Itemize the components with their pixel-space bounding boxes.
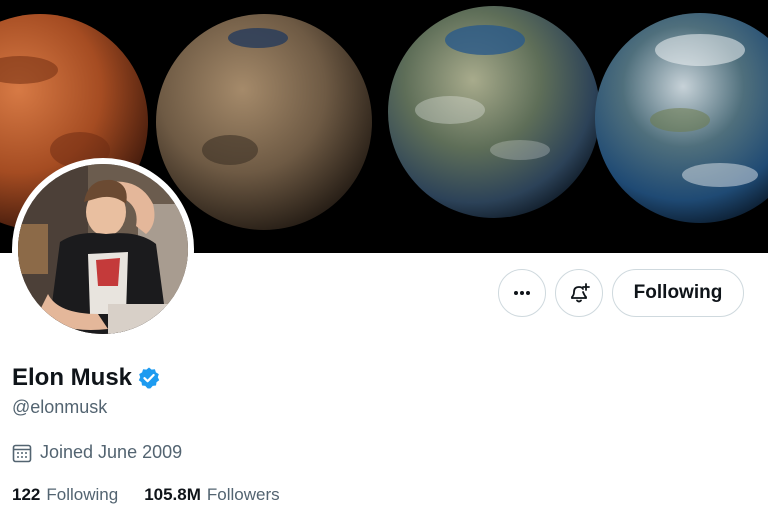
joined-date-text: Joined June 2009	[40, 442, 183, 462]
bell-plus-icon	[571, 283, 590, 303]
more-options-button[interactable]	[498, 269, 546, 317]
followers-count: 105.8M	[144, 485, 201, 504]
profile-handle: @elonmusk	[12, 397, 108, 417]
profile-name: Elon Musk	[12, 364, 133, 391]
more-horizontal-icon	[514, 291, 530, 295]
following-button[interactable]: Following	[612, 269, 744, 317]
profile-name-row: Elon Musk	[12, 364, 161, 392]
avatar-photo	[18, 164, 188, 334]
calendar-icon	[12, 444, 32, 462]
followers-stat-link[interactable]: 105.8M Followers	[144, 485, 279, 505]
following-stat-link[interactable]: 122 Following	[12, 485, 118, 505]
follow-stats: 122 Following 105.8M Followers	[12, 485, 280, 505]
followers-label: Followers	[206, 485, 280, 504]
following-count: 122	[12, 485, 41, 504]
verified-badge-icon[interactable]	[137, 366, 161, 390]
joined-date-row: Joined June 2009	[12, 442, 182, 463]
notifications-button[interactable]	[555, 269, 603, 317]
avatar[interactable]	[18, 164, 188, 334]
following-label: Following	[46, 485, 119, 504]
